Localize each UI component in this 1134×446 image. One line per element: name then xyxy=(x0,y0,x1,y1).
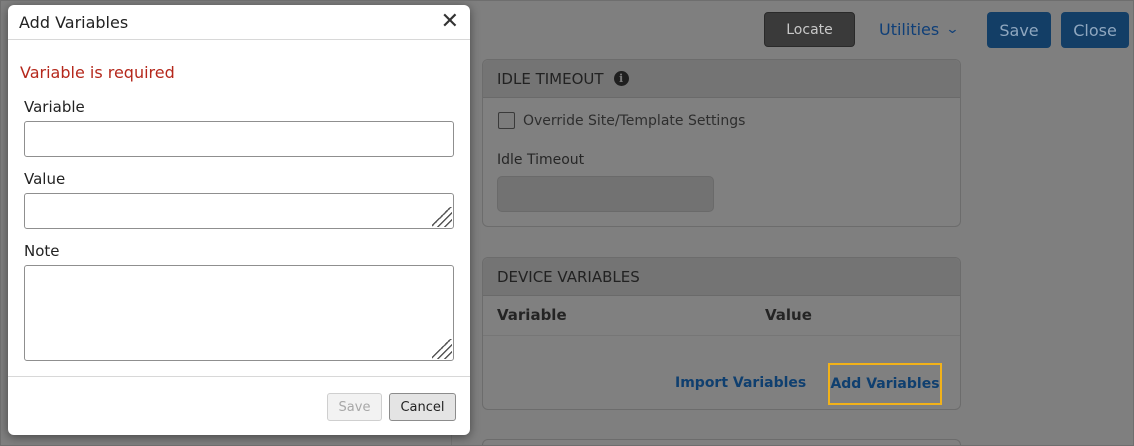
close-button[interactable]: Close xyxy=(1061,12,1129,48)
device-variables-header: DEVICE VARIABLES xyxy=(483,258,960,296)
value-label: Value xyxy=(24,170,66,188)
close-icon[interactable]: ✕ xyxy=(441,9,459,35)
add-variables-link[interactable]: Add Variables xyxy=(828,363,942,405)
dialog-footer: Save Cancel xyxy=(8,376,470,435)
next-panel xyxy=(482,439,961,445)
locate-button[interactable]: Locate xyxy=(764,12,855,47)
dialog-header: Add Variables ✕ xyxy=(8,5,470,40)
import-variables-link[interactable]: Import Variables xyxy=(675,375,806,391)
column-header-value: Value xyxy=(765,306,812,324)
idle-timeout-label: Idle Timeout xyxy=(497,152,585,168)
idle-timeout-header: IDLE TIMEOUT i xyxy=(483,60,960,98)
utilities-menu-button[interactable]: Utilities ⌄ xyxy=(879,12,960,47)
value-textarea[interactable] xyxy=(24,193,454,229)
device-variables-panel: DEVICE VARIABLES Variable Value Import V… xyxy=(482,257,961,410)
info-icon[interactable]: i xyxy=(613,71,629,86)
save-button[interactable]: Save xyxy=(987,12,1051,48)
override-settings-label: Override Site/Template Settings xyxy=(523,112,746,129)
variable-label: Variable xyxy=(24,98,85,116)
device-variables-title: DEVICE VARIABLES xyxy=(497,267,640,286)
idle-timeout-title: IDLE TIMEOUT xyxy=(497,69,604,88)
dialog-save-button[interactable]: Save xyxy=(327,393,382,421)
override-settings-row[interactable]: Override Site/Template Settings xyxy=(498,112,745,129)
table-divider xyxy=(483,335,960,336)
note-label: Note xyxy=(24,242,60,260)
idle-timeout-panel: IDLE TIMEOUT i Override Site/Template Se… xyxy=(482,59,961,227)
note-textarea[interactable] xyxy=(24,265,454,361)
column-header-variable: Variable xyxy=(497,306,567,324)
validation-error: Variable is required xyxy=(20,63,175,82)
dialog-cancel-button[interactable]: Cancel xyxy=(389,393,456,421)
utilities-label: Utilities xyxy=(879,20,940,39)
chevron-down-icon: ⌄ xyxy=(945,22,960,37)
variable-input[interactable] xyxy=(24,121,454,157)
add-variables-dialog: Add Variables ✕ Variable is required Var… xyxy=(8,5,470,435)
app-window: Locate Utilities ⌄ Save Close IDLE TIMEO… xyxy=(0,0,1134,446)
dialog-title: Add Variables xyxy=(19,13,129,32)
idle-timeout-input[interactable] xyxy=(497,176,714,212)
override-settings-checkbox[interactable] xyxy=(498,112,515,129)
